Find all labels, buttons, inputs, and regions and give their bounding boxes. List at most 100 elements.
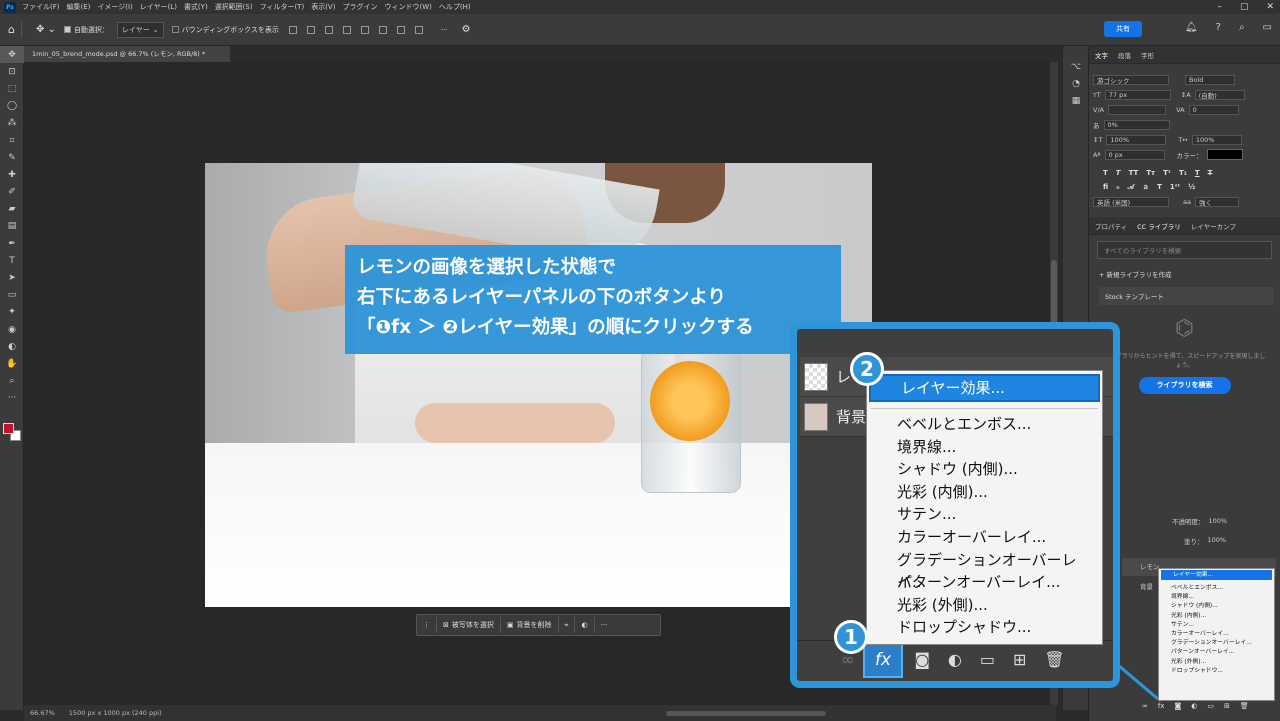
trash-icon[interactable]: 🗑︎ (1240, 702, 1249, 710)
layers-panel-icon[interactable]: ▦ (1063, 92, 1089, 109)
search-icon[interactable]: ⌕ (1239, 22, 1245, 33)
healing-tool-icon[interactable]: ✚ (0, 166, 24, 183)
menu-item-inner-glow[interactable]: 光彩 (内側)... (867, 481, 1102, 504)
eyedropper-tool-icon[interactable]: ✎ (0, 149, 24, 166)
blur-tool-icon[interactable]: ◉ (0, 321, 24, 338)
menu-type[interactable]: 書式(Y) (184, 2, 208, 12)
horizontal-scale-field[interactable]: 100% (1191, 134, 1242, 145)
menu-item-stroke[interactable]: 境界線... (1159, 593, 1274, 602)
faux-italic-button[interactable]: T (1116, 169, 1121, 177)
zoom-tool-icon[interactable]: ⌕ (0, 373, 24, 390)
menu-item-stroke[interactable]: 境界線... (867, 436, 1102, 459)
menu-layer[interactable]: レイヤー(L) (140, 2, 177, 12)
menu-select[interactable]: 選択範囲(S) (215, 2, 253, 12)
align-middle-icon[interactable] (360, 25, 369, 34)
maximize-icon[interactable]: ▢ (1240, 2, 1249, 12)
new-layer-icon[interactable]: ⊞ (1013, 650, 1026, 669)
vertical-scale-field[interactable]: 100% (1106, 134, 1167, 145)
artboard-tool-icon[interactable]: ⊡ (0, 63, 24, 80)
faux-bold-button[interactable]: T (1103, 169, 1108, 177)
color-panel-icon[interactable]: ◔ (1063, 75, 1089, 92)
share-button[interactable]: 共有 (1104, 21, 1142, 37)
doc-size[interactable]: 1500 px x 1000 px (240 ppi) (69, 709, 162, 717)
tsume-field[interactable]: 0% (1103, 119, 1170, 130)
trash-icon[interactable]: 🗑︎ (1044, 650, 1064, 669)
small-caps-button[interactable]: Tт (1146, 169, 1155, 177)
ligature-button[interactable]: ﬁ (1103, 183, 1108, 191)
eraser-tool-icon[interactable]: ▰ (0, 201, 24, 218)
mask-icon[interactable]: ◙ (914, 650, 930, 669)
fraction-button[interactable]: ½ (1188, 183, 1195, 191)
text-color-swatch[interactable] (1206, 149, 1243, 160)
superscript-button[interactable]: T¹ (1163, 169, 1171, 177)
menu-item-gradient-overlay[interactable]: グラデーションオーバーレイ... (1159, 639, 1274, 648)
mask-icon[interactable]: ◙ (1174, 702, 1181, 710)
menu-plugins[interactable]: プラグイン (342, 2, 377, 12)
titling-button[interactable]: T (1157, 183, 1162, 191)
menu-item-pattern-overlay[interactable]: パターンオーバーレイ... (1159, 648, 1274, 657)
layer-select-dropdown[interactable]: レイヤー ⌄ (116, 21, 164, 38)
move-tool-icon[interactable]: ✥ (0, 46, 24, 64)
alternates-button[interactable]: ａ (1142, 182, 1149, 192)
zoom-level[interactable]: 66.67% (30, 709, 55, 717)
horizontal-scrollbar-track[interactable] (666, 710, 826, 716)
workspace-icon[interactable]: ▭ (1263, 22, 1272, 33)
menu-item-pattern-overlay[interactable]: パターンオーバーレイ... (867, 571, 1102, 594)
menu-file[interactable]: ファイル(F) (22, 2, 60, 12)
align-center-icon[interactable] (306, 25, 315, 34)
more-button[interactable]: ··· (595, 617, 614, 633)
close-icon[interactable]: ✕ (1266, 2, 1274, 12)
marquee-tool-icon[interactable]: ⬚ (0, 80, 24, 97)
more-tools-icon[interactable]: ··· (0, 390, 24, 407)
fx-icon[interactable]: fx (1158, 702, 1165, 710)
align-top-icon[interactable] (342, 25, 351, 34)
menu-item-gradient-overlay[interactable]: グラデーションオーバーレイ... (867, 549, 1102, 592)
type-tool-icon[interactable]: T (0, 252, 24, 269)
library-search-button[interactable]: ライブラリを検索 (1138, 377, 1231, 394)
tab-paragraph[interactable]: 段落 (1118, 50, 1131, 60)
font-family-select[interactable]: 游ゴシック (1093, 74, 1169, 85)
menu-item-satin[interactable]: サテン... (867, 503, 1102, 526)
menu-item-bevel[interactable]: ベベルとエンボス... (867, 413, 1102, 436)
align-bottom-icon[interactable] (378, 25, 387, 34)
menu-help[interactable]: ヘルプ(H) (439, 2, 471, 12)
align-right-icon[interactable] (324, 25, 333, 34)
opacity-value[interactable]: 100% (1209, 517, 1228, 525)
stock-templates-row[interactable]: Stock テンプレート (1099, 287, 1274, 305)
all-caps-button[interactable]: TT (1129, 169, 1139, 177)
crop-tool-icon[interactable]: ⌗ (0, 132, 24, 149)
help-icon[interactable]: ? (1216, 22, 1221, 33)
kerning-field[interactable] (1108, 104, 1167, 115)
lasso-tool-icon[interactable]: ◯ (0, 98, 24, 115)
distribute-vertical-icon[interactable] (414, 25, 423, 34)
menu-item-inner-shadow[interactable]: シャドウ (内側)... (1159, 602, 1274, 611)
drag-handle[interactable]: ⋮ (417, 617, 437, 633)
menu-item-outer-glow[interactable]: 光彩 (外側)... (1159, 658, 1274, 667)
fill-value[interactable]: 100% (1208, 536, 1227, 546)
folder-icon[interactable]: ▭ (1207, 702, 1214, 710)
fx-button[interactable]: fx (863, 642, 903, 678)
font-style-select[interactable]: Bold (1185, 74, 1235, 85)
library-search-input[interactable]: すべてのライブラリを検索 (1097, 241, 1272, 259)
menu-item-color-overlay[interactable]: カラーオーバーレイ... (867, 526, 1102, 549)
underline-button[interactable]: T (1195, 169, 1200, 177)
align-left-icon[interactable] (288, 25, 297, 34)
ordinal-button[interactable]: 1ˢᵗ (1170, 183, 1180, 191)
gear-icon[interactable]: ⚙ (462, 24, 471, 35)
auto-select-checkbox[interactable]: 自動選択： (63, 25, 109, 35)
tab-properties[interactable]: プロパティ (1095, 221, 1127, 231)
tab-character[interactable]: 文字 (1095, 50, 1108, 60)
menu-item-satin[interactable]: サテン... (1159, 621, 1274, 630)
menu-item-color-overlay[interactable]: カラーオーバーレイ... (1159, 630, 1274, 639)
tab-glyphs[interactable]: 字形 (1141, 50, 1154, 60)
layer-effects-menu-item[interactable]: レイヤー効果... (1161, 570, 1272, 580)
menu-item-bevel[interactable]: ベベルとエンボス... (1159, 584, 1274, 593)
move-tool-icon[interactable]: ✥ ⌄ (36, 24, 56, 35)
dodge-tool-icon[interactable]: ◐ (0, 338, 24, 355)
folder-icon[interactable]: ▭ (980, 650, 995, 669)
menu-edit[interactable]: 編集(E) (67, 2, 91, 12)
menu-item-inner-glow[interactable]: 光彩 (内側)... (1159, 612, 1274, 621)
object-select-tool-icon[interactable]: ⁂ (0, 115, 24, 132)
minimize-icon[interactable]: – (1217, 2, 1222, 12)
swash-button[interactable]: 𝒜 (1127, 183, 1134, 192)
